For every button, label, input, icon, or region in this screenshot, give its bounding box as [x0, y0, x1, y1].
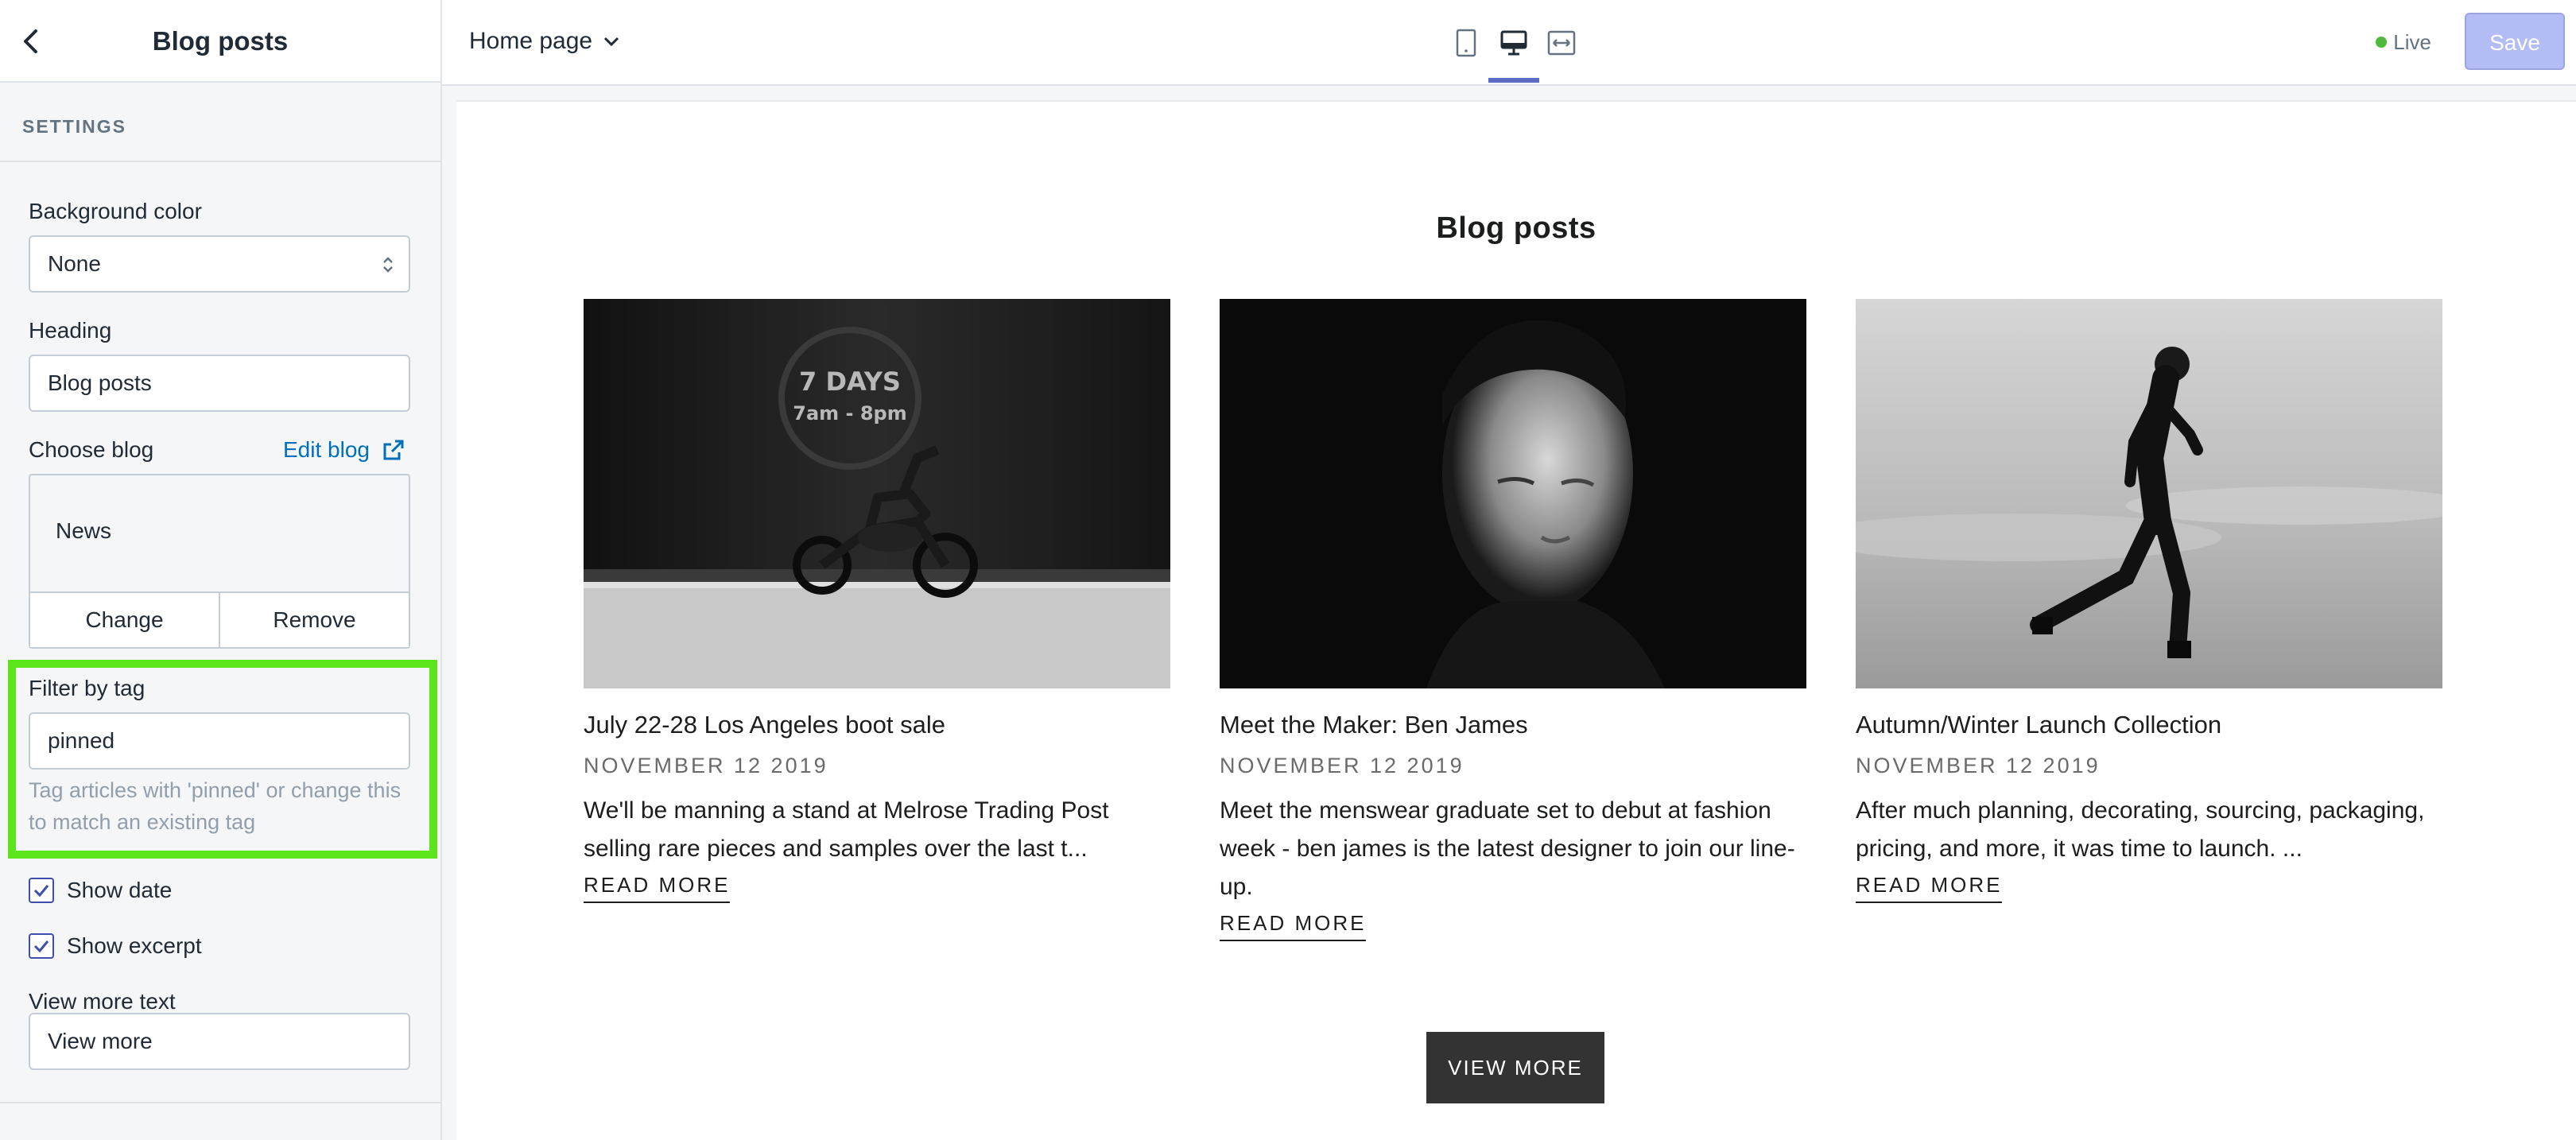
view-more-button[interactable]: VIEW MORE: [1426, 1032, 1604, 1103]
page-selector-label: Home page: [469, 28, 593, 54]
read-more-link[interactable]: READ MORE: [1856, 871, 2003, 903]
mobile-view-button[interactable]: [1447, 24, 1485, 62]
background-color-label: Background color: [29, 199, 202, 223]
post-excerpt: After much planning, decorating, sourcin…: [1856, 797, 2425, 862]
blog-post-card: Meet the Maker: Ben James NOVEMBER 12 20…: [1220, 299, 1806, 941]
post-excerpt: Meet the menswear graduate set to debut …: [1220, 797, 1795, 900]
select-arrows-icon: [383, 257, 393, 273]
show-date-label[interactable]: Show date: [67, 876, 172, 905]
post-title[interactable]: Meet the Maker: Ben James: [1220, 709, 1806, 741]
view-more-text-label: View more text: [29, 989, 176, 1014]
checkmark-icon: [33, 885, 49, 898]
image-text-days: 7 DAYS: [799, 366, 901, 397]
checkmark-icon: [33, 940, 49, 953]
blog-post-card: Autumn/Winter Launch Collection NOVEMBER…: [1856, 299, 2442, 903]
heading-input[interactable]: Blog posts: [29, 355, 410, 412]
preview-area: Blog posts 7 DAYS 7am - 8pm July 22-28 L…: [442, 86, 2576, 1140]
desktop-icon: [1500, 30, 1527, 56]
remove-blog-button[interactable]: Remove: [220, 593, 409, 647]
post-image-jumping-man[interactable]: [1856, 299, 2442, 688]
post-date: NOVEMBER 12 2019: [1220, 754, 1465, 777]
sidebar-header: Blog posts: [0, 0, 440, 83]
motorcycle-photo: 7 DAYS 7am - 8pm: [584, 299, 1170, 688]
jumping-man-photo: [1856, 299, 2442, 688]
chevron-down-icon: [604, 37, 619, 47]
post-date: NOVEMBER 12 2019: [1856, 754, 2101, 777]
sidebar-divider: [0, 1102, 440, 1103]
editor-topbar: Home page Live Save: [442, 0, 2576, 86]
desktop-view-button[interactable]: [1495, 24, 1533, 62]
heading-label: Heading: [29, 318, 112, 343]
blog-post-card: 7 DAYS 7am - 8pm July 22-28 Los Angeles …: [584, 299, 1170, 903]
post-image-motorcycle[interactable]: 7 DAYS 7am - 8pm: [584, 299, 1170, 688]
show-excerpt-checkbox[interactable]: [29, 933, 54, 959]
sidebar-title: Blog posts: [152, 26, 289, 56]
selected-blog-card: News Change Remove: [29, 474, 410, 649]
post-date: NOVEMBER 12 2019: [584, 754, 828, 777]
expand-width-icon: [1547, 30, 1576, 56]
post-excerpt: We'll be manning a stand at Melrose Trad…: [584, 797, 1109, 862]
blog-section-heading: Blog posts: [1436, 211, 1596, 245]
show-date-checkbox[interactable]: [29, 878, 54, 903]
page-selector[interactable]: Home page: [469, 24, 619, 59]
post-title[interactable]: July 22-28 Los Angeles boot sale: [584, 709, 1170, 741]
store-preview: Blog posts 7 DAYS 7am - 8pm July 22-28 L…: [456, 100, 2576, 1140]
live-status: Live: [2376, 29, 2431, 56]
mobile-icon: [1456, 29, 1476, 57]
filter-tag-label: Filter by tag: [29, 676, 145, 700]
edit-blog-label: Edit blog: [283, 437, 370, 462]
portrait-photo: [1220, 299, 1806, 688]
selected-blog-name: News: [56, 518, 112, 543]
post-image-portrait[interactable]: [1220, 299, 1806, 688]
settings-section-header: SETTINGS: [0, 83, 440, 162]
full-width-view-button[interactable]: [1542, 24, 1581, 62]
image-text-hours: 7am - 8pm: [793, 402, 906, 425]
filter-tag-help-text: Tag articles with 'pinned' or change thi…: [29, 778, 402, 834]
post-title[interactable]: Autumn/Winter Launch Collection: [1856, 709, 2442, 741]
background-color-value: None: [48, 251, 101, 276]
filter-tag-input[interactable]: pinned: [29, 712, 410, 770]
choose-blog-label: Choose blog: [29, 437, 154, 462]
active-view-indicator: [1488, 78, 1539, 83]
live-status-label: Live: [2393, 30, 2431, 54]
edit-blog-link[interactable]: Edit blog: [283, 436, 405, 464]
change-blog-button[interactable]: Change: [30, 593, 220, 647]
live-dot-icon: [2376, 37, 2388, 48]
view-more-text-input[interactable]: View more: [29, 1013, 410, 1070]
show-excerpt-label[interactable]: Show excerpt: [67, 932, 202, 960]
background-color-select[interactable]: None: [29, 235, 410, 293]
read-more-link[interactable]: READ MORE: [1220, 909, 1367, 941]
settings-label: SETTINGS: [22, 116, 127, 137]
theme-editor-sidebar: Blog posts SETTINGS Background color Non…: [0, 0, 442, 1140]
external-link-icon: [383, 440, 404, 460]
read-more-link[interactable]: READ MORE: [584, 871, 731, 903]
save-button[interactable]: Save: [2465, 13, 2565, 70]
settings-panel: Background color None Heading Blog posts…: [0, 164, 440, 1102]
